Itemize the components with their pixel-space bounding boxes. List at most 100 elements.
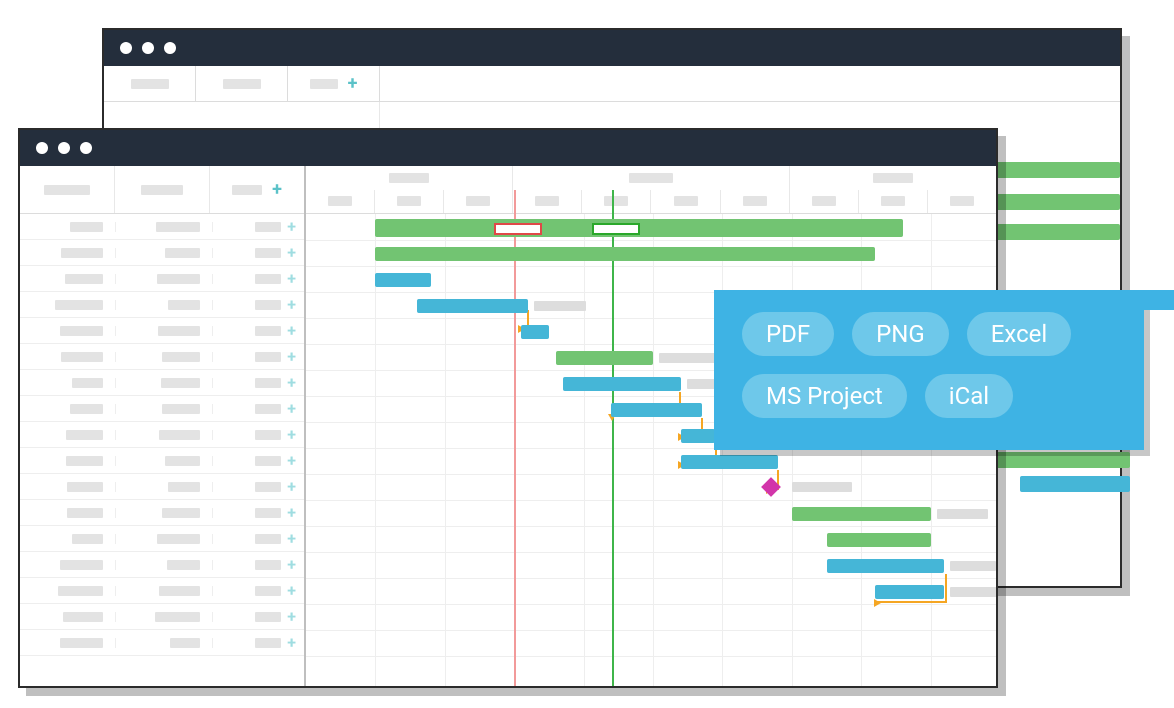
table-cell[interactable] [116, 430, 212, 440]
table-row[interactable]: + [20, 292, 304, 318]
add-column-icon[interactable]: + [272, 179, 282, 200]
gantt-bar[interactable] [556, 351, 653, 365]
add-subtask-icon[interactable]: + [287, 505, 296, 521]
add-subtask-icon[interactable]: + [287, 609, 296, 625]
table-cell[interactable] [20, 612, 116, 622]
table-row[interactable]: + [20, 474, 304, 500]
table-cell[interactable] [116, 378, 212, 388]
table-cell[interactable] [20, 352, 116, 362]
table-cell[interactable]: + [213, 583, 304, 599]
gantt-bar[interactable] [375, 247, 875, 261]
table-row[interactable]: + [20, 578, 304, 604]
gantt-bar[interactable] [681, 455, 778, 469]
gantt-bar[interactable] [611, 403, 701, 417]
table-cell[interactable] [20, 534, 116, 544]
add-subtask-icon[interactable]: + [287, 349, 296, 365]
table-cell[interactable] [116, 404, 212, 414]
table-cell[interactable] [116, 508, 212, 518]
table-row[interactable]: + [20, 370, 304, 396]
table-cell[interactable]: + [213, 245, 304, 261]
table-cell[interactable] [116, 482, 212, 492]
gantt-bar[interactable] [417, 299, 528, 313]
table-row[interactable]: + [20, 448, 304, 474]
table-cell[interactable]: + [213, 401, 304, 417]
table-cell[interactable] [116, 248, 212, 258]
export-option-ms-project[interactable]: MS Project [742, 374, 907, 418]
table-cell[interactable] [116, 300, 212, 310]
add-subtask-icon[interactable]: + [287, 479, 296, 495]
add-subtask-icon[interactable]: + [287, 557, 296, 573]
table-cell[interactable]: + [213, 635, 304, 651]
add-subtask-icon[interactable]: + [287, 297, 296, 313]
table-cell[interactable] [20, 508, 116, 518]
table-cell[interactable]: + [213, 557, 304, 573]
gantt-bar[interactable] [827, 533, 931, 547]
table-row[interactable]: + [20, 422, 304, 448]
add-subtask-icon[interactable]: + [287, 375, 296, 391]
add-subtask-icon[interactable]: + [287, 427, 296, 443]
table-row[interactable]: + [20, 344, 304, 370]
table-cell[interactable] [116, 222, 212, 232]
table-cell[interactable] [20, 300, 116, 310]
table-row[interactable]: + [20, 526, 304, 552]
table-cell[interactable] [116, 612, 212, 622]
table-cell[interactable] [20, 222, 116, 232]
table-cell[interactable]: + [213, 271, 304, 287]
table-cell[interactable]: + [213, 427, 304, 443]
table-cell[interactable] [20, 326, 116, 336]
table-row[interactable]: + [20, 240, 304, 266]
add-subtask-icon[interactable]: + [287, 219, 296, 235]
gantt-bar[interactable] [563, 377, 681, 391]
add-subtask-icon[interactable]: + [287, 323, 296, 339]
table-cell[interactable] [20, 274, 116, 284]
add-subtask-icon[interactable]: + [287, 245, 296, 261]
gantt-bar[interactable] [521, 325, 549, 339]
gantt-bar[interactable] [875, 585, 944, 599]
table-row[interactable]: + [20, 500, 304, 526]
export-option-excel[interactable]: Excel [967, 312, 1071, 356]
export-option-ical[interactable]: iCal [925, 374, 1013, 418]
table-row[interactable]: + [20, 266, 304, 292]
table-cell[interactable]: + [213, 453, 304, 469]
table-cell[interactable] [116, 274, 212, 284]
table-cell[interactable] [20, 404, 116, 414]
table-cell[interactable]: + [213, 531, 304, 547]
table-row[interactable]: + [20, 604, 304, 630]
table-cell[interactable]: + [213, 349, 304, 365]
table-cell[interactable] [116, 326, 212, 336]
table-cell[interactable] [116, 586, 212, 596]
table-cell[interactable] [116, 456, 212, 466]
table-cell[interactable]: + [213, 297, 304, 313]
add-subtask-icon[interactable]: + [287, 453, 296, 469]
table-cell[interactable] [20, 430, 116, 440]
table-cell[interactable] [20, 586, 116, 596]
table-cell[interactable]: + [213, 219, 304, 235]
table-cell[interactable] [20, 638, 116, 648]
add-subtask-icon[interactable]: + [287, 635, 296, 651]
table-cell[interactable] [116, 560, 212, 570]
add-subtask-icon[interactable]: + [287, 271, 296, 287]
table-cell[interactable] [20, 378, 116, 388]
gantt-bar[interactable] [375, 273, 431, 287]
table-cell[interactable] [116, 534, 212, 544]
column-header[interactable] [20, 166, 115, 213]
add-subtask-icon[interactable]: + [287, 583, 296, 599]
gantt-bar[interactable] [792, 507, 931, 521]
table-row[interactable]: + [20, 630, 304, 656]
export-option-png[interactable]: PNG [852, 312, 949, 356]
export-option-pdf[interactable]: PDF [742, 312, 834, 356]
table-cell[interactable] [20, 456, 116, 466]
add-column-icon[interactable]: + [348, 73, 358, 94]
gantt-bar[interactable] [827, 559, 945, 573]
add-subtask-icon[interactable]: + [287, 401, 296, 417]
gantt-bar[interactable] [681, 429, 716, 443]
table-cell[interactable] [20, 482, 116, 492]
table-cell[interactable]: + [213, 479, 304, 495]
table-cell[interactable] [20, 560, 116, 570]
table-row[interactable]: + [20, 318, 304, 344]
table-cell[interactable]: + [213, 375, 304, 391]
table-row[interactable]: + [20, 552, 304, 578]
table-cell[interactable]: + [213, 505, 304, 521]
table-cell[interactable]: + [213, 609, 304, 625]
table-cell[interactable] [20, 248, 116, 258]
